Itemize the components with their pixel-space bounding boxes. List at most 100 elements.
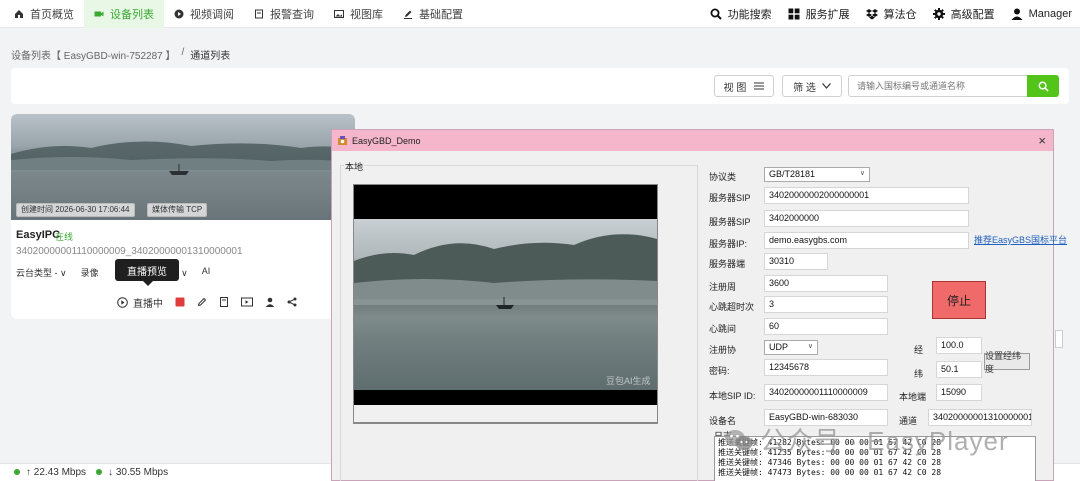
filter-button[interactable]: 筛 选 xyxy=(782,75,842,97)
nav-alarm[interactable]: 报警查询 xyxy=(244,0,324,28)
edit-button[interactable] xyxy=(197,295,207,309)
app-icon xyxy=(338,136,347,145)
nav-feature-search-label: 功能搜索 xyxy=(727,9,772,21)
server-ip-field[interactable]: demo.easygbs.com xyxy=(764,232,969,249)
record-icon xyxy=(175,297,185,307)
server-port-field[interactable]: 30310 xyxy=(764,253,828,270)
search-input[interactable] xyxy=(848,75,1028,97)
breadcrumb: 设备列表【 EasyGBD-win-752287 】 / 通道列表 xyxy=(11,47,230,62)
recommend-easygbs-link[interactable]: 推荐EasyGBS国标平台 xyxy=(974,233,1067,246)
longitude-label: 经 xyxy=(914,345,924,355)
user-icon xyxy=(265,297,275,307)
local-port-field[interactable]: 15090 xyxy=(936,384,982,401)
local-sip-label: 本地SIP ID: xyxy=(709,391,756,401)
share-icon xyxy=(287,297,297,307)
created-time-tag: 创建时间 2026-06-30 17:06:44 xyxy=(16,203,135,217)
nav-user[interactable]: Manager xyxy=(1003,0,1080,28)
close-icon[interactable]: × xyxy=(1038,133,1046,148)
nav-service-ext[interactable]: 服务扩展 xyxy=(780,0,858,28)
password-field[interactable]: 12345678 xyxy=(764,359,888,376)
live-button[interactable]: 直播中 xyxy=(117,295,163,310)
status-badge: 在线 xyxy=(55,232,74,242)
nav-algorithm[interactable]: 算法仓 xyxy=(858,0,925,28)
latitude-field[interactable]: 50.1 xyxy=(936,361,982,378)
local-sip-field[interactable]: 34020000001110000009 xyxy=(764,384,888,401)
share-user-button[interactable] xyxy=(265,295,275,309)
menu-icon xyxy=(754,82,765,90)
user-icon xyxy=(1011,8,1023,20)
chevron-down-icon: ∨ xyxy=(859,170,865,177)
chevron-down-icon xyxy=(821,83,831,89)
upload-status-dot xyxy=(14,469,20,475)
device-card[interactable]: 创建时间 2026-06-30 17:06:44 媒体传输 TCP EasyIP… xyxy=(11,114,355,319)
heartbeat-timeout-field[interactable]: 3 xyxy=(764,296,888,313)
ai-option[interactable]: AI xyxy=(202,266,211,279)
nav-view-library[interactable]: 视图库 xyxy=(324,0,393,28)
latitude-label: 纬 xyxy=(914,369,924,379)
device-channel-id: 34020000001110000009_3402000000131000000… xyxy=(16,246,243,257)
server-sip-label: 服务器SIP xyxy=(709,193,751,203)
download-status-dot xyxy=(96,469,103,475)
nav-basic-config[interactable]: 基础配置 xyxy=(393,0,473,28)
search-button[interactable] xyxy=(1027,75,1059,97)
ptz-type-select[interactable]: 云台类型 - ∨ xyxy=(16,266,67,279)
protocol-select[interactable]: GB/T28181 ∨ xyxy=(764,167,870,182)
edit-icon xyxy=(404,10,412,19)
search-icon xyxy=(710,8,722,20)
protocol-label: 协议类 xyxy=(709,172,737,182)
video-preview[interactable]: 豆包AI生成 xyxy=(353,184,658,424)
register-period-field[interactable]: 3600 xyxy=(764,275,888,292)
nav-right: 功能搜索 服务扩展 算法仓 高级配置 Manager xyxy=(702,0,1080,28)
nav-home[interactable]: 首页概览 xyxy=(0,0,84,28)
record-button[interactable] xyxy=(175,295,185,309)
nav-advanced-config[interactable]: 高级配置 xyxy=(925,0,1003,28)
server-sip-domain-field[interactable]: 3402000000 xyxy=(764,210,969,227)
window-title: EasyGBD_Demo xyxy=(352,135,421,146)
set-lnglat-button[interactable]: 设置经纬度 xyxy=(984,351,1030,374)
transport-tag: 媒体传输 TCP xyxy=(147,203,208,217)
register-period-label: 注册周 xyxy=(709,282,737,292)
card-actions: 直播中 xyxy=(117,295,309,310)
heartbeat-interval-field[interactable]: 60 xyxy=(764,318,888,335)
breadcrumb-current: 通道列表 xyxy=(190,51,231,62)
heartbeat-timeout-label: 心跳超时次 xyxy=(709,302,755,312)
nav-feature-search[interactable]: 功能搜索 xyxy=(702,0,780,28)
register-protocol-value: UDP xyxy=(769,342,789,352)
nav-video-review-label: 视频调阅 xyxy=(190,8,234,21)
log-line: 推送关键帧: 47473 Bytes: 00 00 00 01 67 42 C0… xyxy=(718,468,942,477)
breadcrumb-parent[interactable]: 设备列表【 EasyGBD-win-752287 】 xyxy=(11,47,176,62)
recording-option[interactable]: 录像 xyxy=(81,266,99,279)
grid-icon xyxy=(788,8,800,20)
nav-video-review[interactable]: 视频调阅 xyxy=(164,0,244,28)
view-button[interactable]: 视 图 xyxy=(714,75,774,97)
nav-alarm-label: 报警查询 xyxy=(270,8,314,21)
play-icon xyxy=(174,9,184,18)
home-icon xyxy=(15,9,23,18)
device-thumbnail[interactable]: 创建时间 2026-06-30 17:06:44 媒体传输 TCP xyxy=(11,114,355,220)
copy-button[interactable] xyxy=(219,295,229,309)
log-line: 推送关键帧: 47346 Bytes: 00 00 00 01 67 42 C0… xyxy=(718,458,942,467)
breadcrumb-separator: / xyxy=(181,47,185,58)
video-frame: 豆包AI生成 xyxy=(354,219,657,390)
stop-button[interactable]: 停止 xyxy=(932,281,986,319)
longitude-field[interactable]: 100.0 xyxy=(936,337,982,354)
upload-rate: ↑ 22.43 Mbps xyxy=(14,467,86,478)
window-titlebar[interactable]: EasyGBD_Demo × xyxy=(332,130,1053,151)
server-ip-label: 服务器IP: xyxy=(709,239,748,249)
live-button-label: 直播中 xyxy=(133,298,163,310)
search-icon xyxy=(1038,81,1049,92)
video-controls-strip xyxy=(353,405,658,423)
video-button[interactable] xyxy=(241,295,253,309)
video-ai-watermark: 豆包AI生成 xyxy=(606,375,651,386)
nav-home-label: 首页概览 xyxy=(30,8,74,21)
local-group: 豆包AI生成 xyxy=(340,165,698,481)
register-protocol-select[interactable]: UDP ∨ xyxy=(764,340,818,355)
download-rate: ↓ 30.55 Mbps xyxy=(96,467,168,478)
heartbeat-interval-label: 心跳间 xyxy=(709,324,737,334)
nav-device-list[interactable]: 设备列表 xyxy=(84,0,164,28)
side-collapse-tab[interactable] xyxy=(1055,330,1063,348)
server-sip-field[interactable]: 34020000002000000001 xyxy=(764,187,969,204)
register-protocol-label: 注册协 xyxy=(709,345,737,355)
share-button[interactable] xyxy=(287,295,297,309)
nav-algorithm-label: 算法仓 xyxy=(883,9,917,21)
